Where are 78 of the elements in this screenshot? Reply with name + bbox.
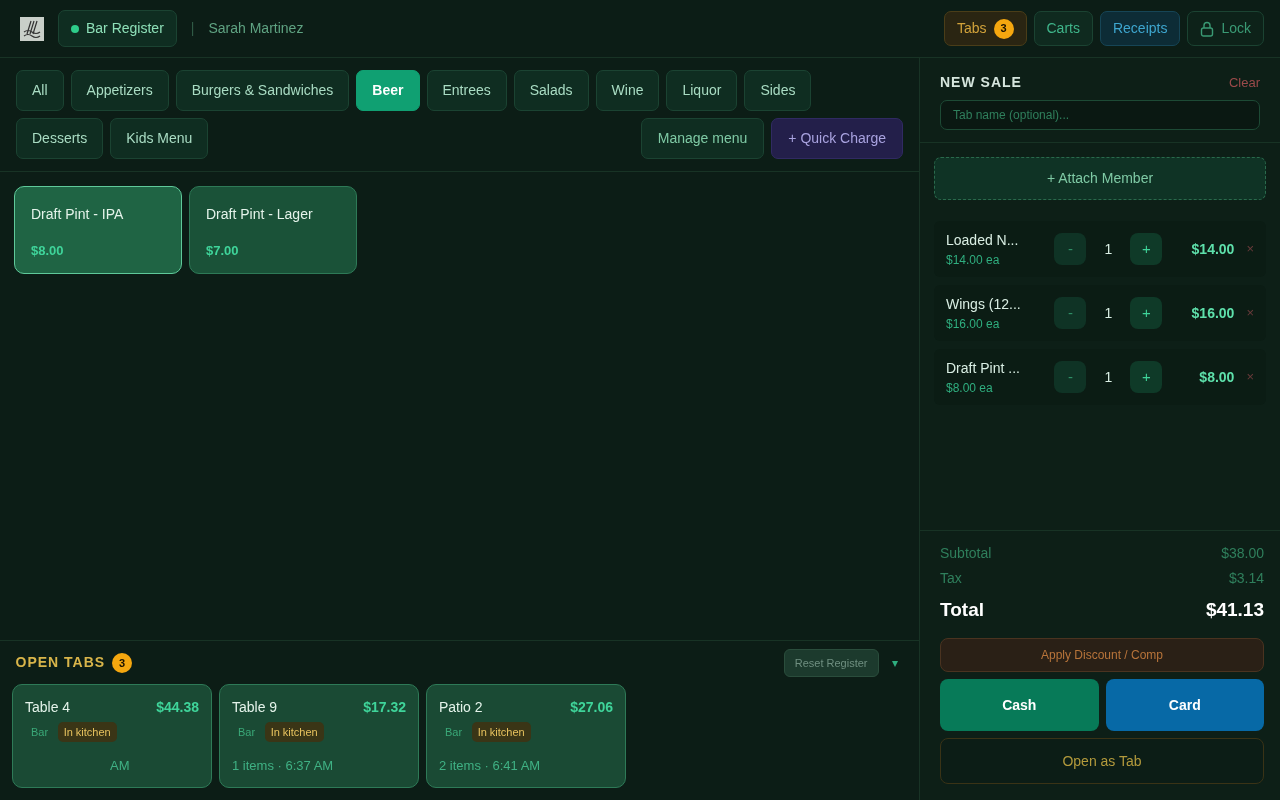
category-tab[interactable]: Burgers & Sandwiches xyxy=(175,70,350,111)
count-badge: 3 xyxy=(112,652,133,673)
open-as-tab-button[interactable]: Open as Tab xyxy=(940,738,1264,784)
category-tab[interactable]: Entrees xyxy=(426,70,507,111)
open-tab-card[interactable]: Patio 2 $27.06 Bar In kitchen 2 items · 6:41 AM xyxy=(426,684,626,788)
receipts-button[interactable]: Receipts xyxy=(1099,11,1181,46)
tab-meta: 2 items · 6:41 AM xyxy=(439,757,541,775)
collapse-toggle[interactable]: ▾ xyxy=(885,652,904,673)
item-name: Wings (12... xyxy=(946,294,1022,314)
attach-member-button[interactable]: + Attach Member xyxy=(934,157,1266,200)
manage-menu-button[interactable]: Manage menu xyxy=(640,118,765,159)
section-title: OPEN TABS xyxy=(15,653,106,673)
tab-name: Patio 2 xyxy=(439,698,483,717)
product-card[interactable]: Draft Pint - IPA $8.00 xyxy=(14,186,182,274)
tab-name-field[interactable]: Tab name (optional)... xyxy=(940,100,1260,130)
product-card[interactable]: Draft Pint - Lager $7.00 xyxy=(189,186,357,274)
increase-button[interactable]: + xyxy=(1130,233,1163,265)
total-label: Total xyxy=(940,597,984,622)
item-total: $16.00 xyxy=(1190,303,1235,323)
discount-button[interactable]: Apply Discount / Comp xyxy=(940,638,1264,672)
tab-meta: 1 items · 6:37 AM xyxy=(232,757,334,775)
item-quantity: 1 xyxy=(1103,239,1114,259)
tab-tag: Bar xyxy=(232,721,262,742)
category-tab[interactable]: Sides xyxy=(744,70,812,111)
category-tab[interactable]: Kids Menu xyxy=(110,118,209,159)
lock-button[interactable]: Lock xyxy=(1187,11,1264,46)
tabs-button[interactable]: Tabs 3 xyxy=(943,11,1027,46)
separator: | xyxy=(190,19,195,38)
logo-icon xyxy=(20,16,44,41)
cash-button[interactable]: Cash xyxy=(940,679,1099,731)
category-tab[interactable]: All xyxy=(16,70,64,111)
decrease-button[interactable]: - xyxy=(1054,297,1087,329)
user-name: Sarah Martinez xyxy=(208,19,304,38)
item-name: Draft Pint ... xyxy=(946,358,1021,378)
subtotal-value: $38.00 xyxy=(1221,544,1264,563)
item-unit-price: $16.00 ea xyxy=(946,315,1001,333)
tab-meta: AM xyxy=(110,757,130,775)
item-total: $14.00 xyxy=(1190,239,1235,259)
category-tab[interactable]: Liquor xyxy=(666,70,738,111)
sale-title: NEW SALE xyxy=(940,73,1022,92)
category-tab[interactable]: Salads xyxy=(513,70,589,111)
item-quantity: 1 xyxy=(1103,303,1114,323)
tab-tag: In kitchen xyxy=(264,721,324,742)
count-badge: 3 xyxy=(993,18,1014,39)
open-tab-card[interactable]: Table 9 $17.32 Bar In kitchen 1 items · 6:37 AM xyxy=(219,684,419,788)
item-total: $8.00 xyxy=(1198,367,1235,387)
reset-register-button[interactable]: Reset Register xyxy=(783,648,879,677)
register-name: Bar Register xyxy=(86,19,164,38)
tab-tag: Bar xyxy=(439,721,469,742)
subtotal-label: Subtotal xyxy=(940,544,992,563)
open-tab-card[interactable]: Table 4 $44.38 Bar In kitchen AM xyxy=(12,684,212,788)
tab-total: $27.06 xyxy=(570,698,613,717)
tab-total: $17.32 xyxy=(363,698,406,717)
tab-tag: Bar xyxy=(25,721,55,742)
item-unit-price: $8.00 ea xyxy=(946,379,994,397)
status-dot xyxy=(71,24,79,33)
item-quantity: 1 xyxy=(1103,367,1114,387)
tax-label: Tax xyxy=(940,568,962,588)
increase-button[interactable]: + xyxy=(1130,297,1163,329)
tab-tag: In kitchen xyxy=(471,721,531,742)
item-name: Loaded N... xyxy=(946,230,1020,250)
decrease-button[interactable]: - xyxy=(1054,361,1087,393)
carts-button[interactable]: Carts xyxy=(1033,11,1093,46)
tax-value: $3.14 xyxy=(1228,568,1264,588)
total-value: $41.13 xyxy=(1205,597,1264,622)
tab-total: $44.38 xyxy=(156,698,199,717)
card-button[interactable]: Card xyxy=(1105,679,1264,731)
category-tab[interactable]: Desserts xyxy=(16,118,104,159)
item-unit-price: $14.00 ea xyxy=(946,251,1001,269)
category-tab[interactable]: Wine xyxy=(595,70,660,111)
increase-button[interactable]: + xyxy=(1130,361,1163,393)
tab-tag: In kitchen xyxy=(57,721,117,742)
lock-icon xyxy=(1200,20,1215,37)
tab-name: Table 4 xyxy=(25,698,71,717)
category-tab[interactable]: Appetizers xyxy=(70,70,169,111)
quick-charge-button[interactable]: + Quick Charge xyxy=(771,118,903,159)
tab-name: Table 9 xyxy=(232,698,278,717)
decrease-button[interactable]: - xyxy=(1054,233,1087,265)
